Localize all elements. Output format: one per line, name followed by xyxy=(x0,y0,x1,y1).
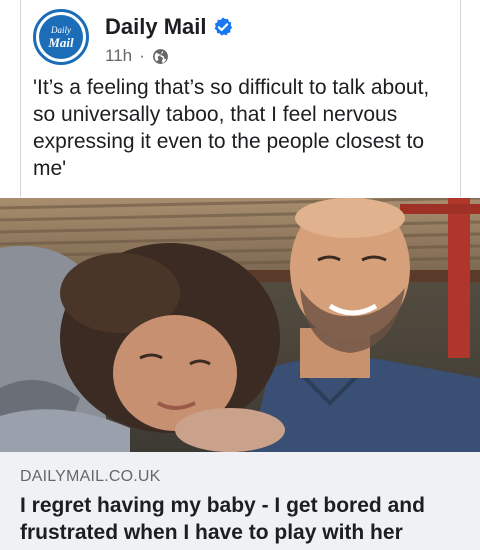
avatar-logo-line2: Mail xyxy=(48,34,74,50)
meta-separator: · xyxy=(139,46,145,65)
link-headline[interactable]: I regret having my baby - I get bored an… xyxy=(20,492,460,546)
post-meta: 11h · xyxy=(105,46,169,66)
post-header-card: Daily Mail Daily Mail 11h · 'It’s a feel… xyxy=(20,0,461,197)
post-text: 'It’s a feeling that’s so difficult to t… xyxy=(33,76,430,180)
couple-photo-illustration xyxy=(0,198,480,452)
avatar-logo-line1: Daily xyxy=(51,24,71,35)
post-timestamp[interactable]: 11h xyxy=(105,46,132,66)
article-photo[interactable] xyxy=(0,198,480,452)
daily-mail-logo: Daily Mail xyxy=(39,15,83,59)
verified-badge-icon xyxy=(215,17,233,36)
page-name[interactable]: Daily Mail xyxy=(105,14,234,40)
globe-icon xyxy=(152,48,168,64)
page-avatar[interactable]: Daily Mail xyxy=(33,9,89,65)
page-name-label[interactable]: Daily Mail xyxy=(105,14,206,40)
link-domain: DAILYMAIL.CO.UK xyxy=(20,468,161,485)
link-preview[interactable]: DAILYMAIL.CO.UK I regret having my baby … xyxy=(0,452,480,550)
